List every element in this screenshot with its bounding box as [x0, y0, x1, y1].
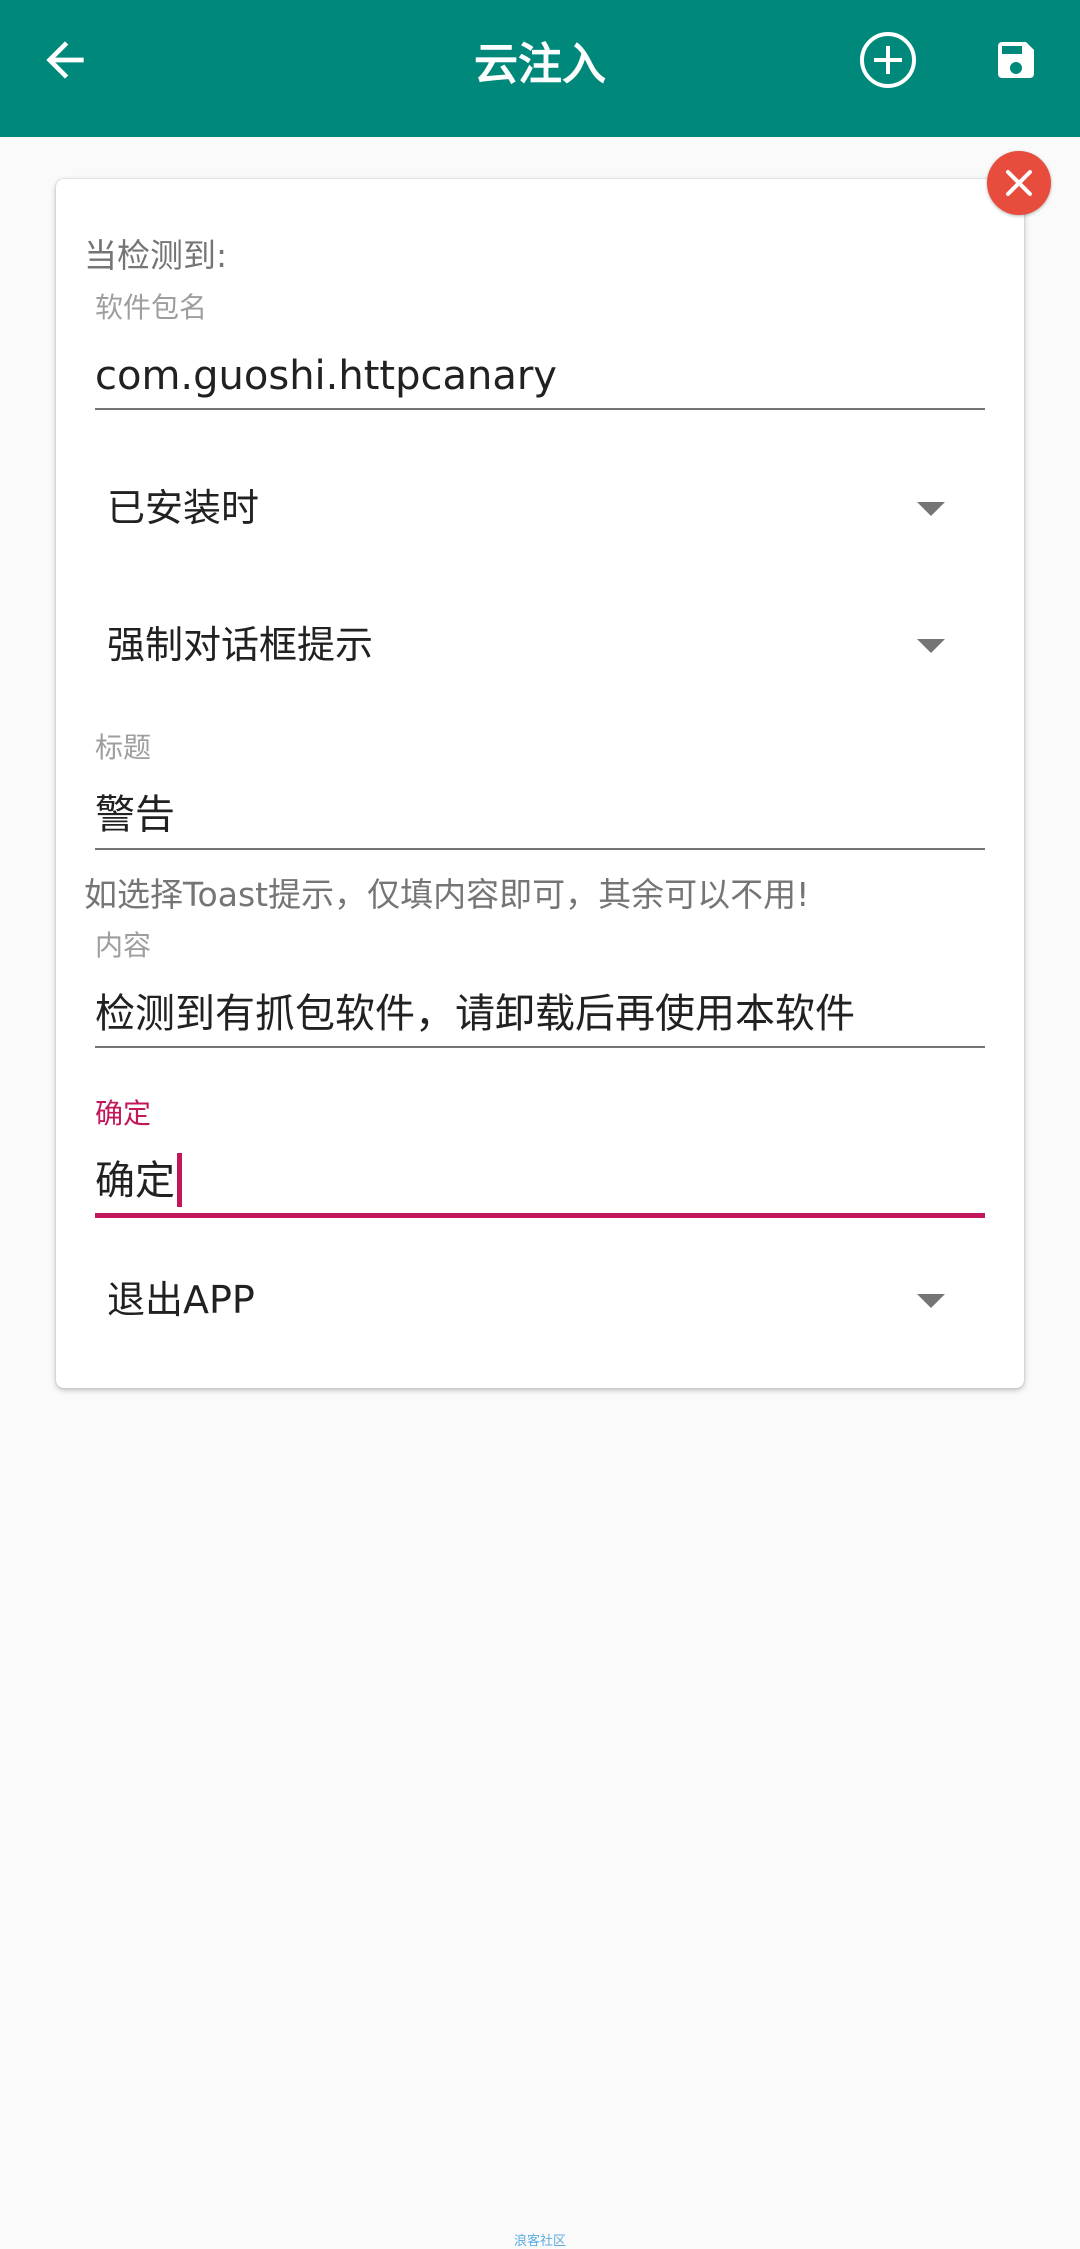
hint-text: 如选择Toast提示，仅填内容即可，其余可以不用!	[84, 875, 810, 914]
section-label: 当检测到:	[84, 236, 228, 275]
save-button[interactable]	[971, 15, 1061, 105]
confirm-underline	[95, 1213, 985, 1218]
dropdown-arrow-icon	[917, 639, 945, 653]
plus-circle-icon	[860, 32, 916, 88]
package-name-label: 软件包名	[95, 291, 208, 324]
exit-action-spinner[interactable]: 退出APP	[95, 1255, 985, 1345]
confirm-input[interactable]: 确定	[95, 1148, 985, 1214]
page-title: 云注入	[474, 39, 606, 90]
dropdown-arrow-icon	[917, 502, 945, 516]
title-underline	[95, 848, 985, 850]
dropdown-arrow-icon	[917, 1294, 945, 1308]
action-spinner-value: 强制对话框提示	[107, 623, 374, 667]
condition-spinner[interactable]: 已安装时	[95, 463, 985, 553]
action-spinner[interactable]: 强制对话框提示	[95, 600, 985, 690]
exit-action-spinner-value: 退出APP	[107, 1278, 255, 1322]
text-cursor	[177, 1153, 182, 1207]
package-name-input[interactable]	[95, 343, 985, 409]
content-underline	[95, 1046, 985, 1048]
add-button[interactable]	[843, 15, 933, 105]
close-icon	[1006, 170, 1032, 196]
close-button[interactable]	[987, 151, 1051, 215]
arrow-left-icon	[46, 41, 84, 79]
confirm-label: 确定	[95, 1097, 152, 1130]
app-bar: 云注入	[0, 0, 1080, 137]
back-button[interactable]	[20, 15, 110, 105]
title-input[interactable]	[95, 782, 985, 848]
condition-spinner-value: 已安装时	[107, 486, 260, 530]
confirm-input-value: 确定	[95, 1158, 175, 1204]
content-label: 内容	[95, 929, 152, 962]
content-input[interactable]	[95, 981, 985, 1047]
package-name-underline	[95, 408, 985, 410]
floppy-disk-icon	[998, 42, 1034, 78]
title-label: 标题	[95, 731, 152, 764]
watermark: 浪客社区	[513, 2234, 566, 2249]
